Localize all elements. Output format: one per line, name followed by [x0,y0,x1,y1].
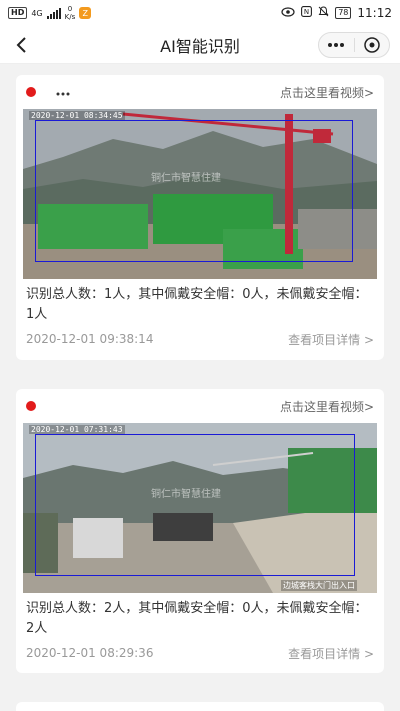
alert-dot-icon [26,87,36,97]
record-card: 点击这里看视频> 2020-12-01 07:31:43 铜仁市智慧住建 边城客… [16,389,384,673]
record-time: 2020-12-01 09:38:14 [26,332,154,346]
view-project-details-link[interactable]: 查看项目详情 > [288,331,374,348]
more-dots-icon[interactable] [56,84,70,100]
signal-icon [46,7,61,19]
capture-image[interactable]: 2020-12-01 08:34:45 铜仁市智慧住建 [23,109,377,279]
status-bar: HD 4G 0 K/s Z N 78 11:12 [0,0,400,26]
chevron-left-icon[interactable] [10,34,32,56]
card-header: 点击这里看视频> [26,389,374,423]
eye-icon [281,6,295,20]
card-header: 点击这里看视频> [26,75,374,109]
detection-box [35,120,353,262]
svg-text:N: N [304,8,309,16]
page-title: AI智能识别 [160,36,240,56]
net-speed: 0 K/s [64,5,76,21]
detection-summary: 识别总人数：2人，其中佩戴安全帽：0人，未佩戴安全帽：2人 [26,601,368,636]
view-video-link[interactable]: 点击这里看视频> [280,84,374,101]
nav-bar: AI智能识别 [0,26,400,64]
app-notification-icon: Z [79,7,92,19]
card-footer: 2020-12-01 09:38:14 查看项目详情 > [26,325,374,353]
view-video-link[interactable]: 点击这里看视频> [280,398,374,415]
close-circle-icon[interactable] [355,33,390,57]
detection-box [35,434,355,576]
record-card [16,702,384,711]
osd-timestamp: 2020-12-01 08:34:45 [29,111,125,120]
capture-image[interactable]: 2020-12-01 07:31:43 铜仁市智慧住建 边城客栈大门出入口 [23,423,377,593]
detection-summary: 识别总人数：1人，其中佩戴安全帽：0人，未佩戴安全帽：1人 [26,287,368,322]
clock: 11:12 [357,6,392,20]
alert-dot-icon [26,401,36,411]
nfc-icon: N [301,6,313,20]
record-time: 2020-12-01 08:29:36 [26,646,154,660]
battery-icon: 78 [335,7,352,19]
camera-location-label: 边城客栈大门出入口 [281,580,357,591]
hd-icon: HD [8,7,28,19]
osd-timestamp: 2020-12-01 07:31:43 [29,425,125,434]
mute-icon [318,6,329,20]
record-card: 点击这里看视频> 2020-12-01 08:34:45 铜仁市智慧住建 识别总… [16,75,384,360]
card-footer: 2020-12-01 08:29:36 查看项目详情 > [26,639,374,667]
mini-program-capsule [318,32,390,58]
more-dots-icon[interactable] [319,33,354,57]
view-project-details-link[interactable]: 查看项目详情 > [288,645,374,662]
network-type: 4G [31,8,43,18]
